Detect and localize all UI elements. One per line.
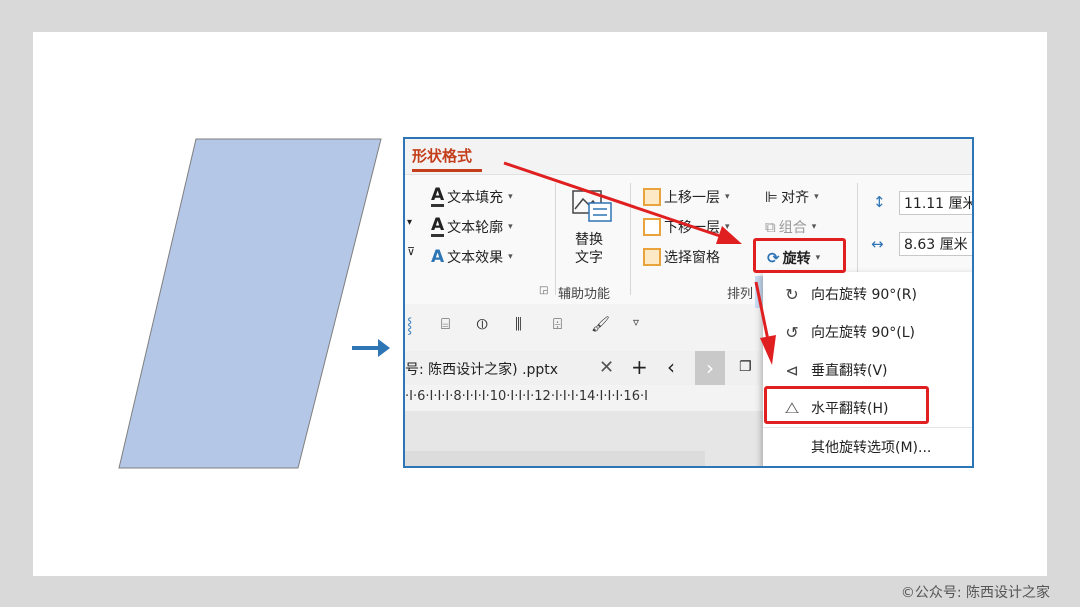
red-arrow-to-rotate: [503, 161, 721, 238]
footer-watermark: ©公众号: 陈西设计之家: [900, 585, 1050, 601]
red-arrowhead-rotate-icon: [716, 226, 742, 244]
red-arrow-overlay: [503, 161, 776, 365]
red-arrow-to-menu: [754, 281, 770, 341]
red-arrowhead-menu-icon: [760, 335, 776, 365]
